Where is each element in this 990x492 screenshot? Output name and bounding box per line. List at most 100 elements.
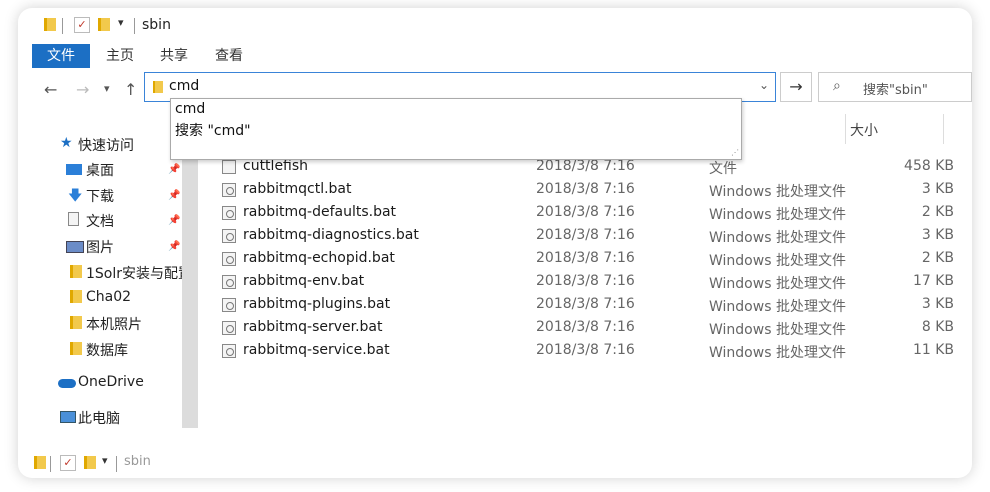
file-name: rabbitmq-defaults.bat xyxy=(243,204,397,220)
tab-home[interactable]: 主页 xyxy=(106,44,134,68)
sidebar-item-folder[interactable]: 本机照片 xyxy=(86,314,142,334)
pin-icon[interactable]: 📌 xyxy=(168,241,180,252)
resize-grip-icon[interactable]: ⋰ xyxy=(731,148,739,157)
batch-file-icon xyxy=(222,229,236,243)
file-date: 2018/3/8 7:16 xyxy=(536,227,635,243)
tab-view[interactable]: 查看 xyxy=(215,44,243,68)
sidebar-item-folder[interactable]: 1Solr安装与配置 xyxy=(86,263,192,283)
file-date: 2018/3/8 7:16 xyxy=(536,204,635,220)
batch-file-icon xyxy=(222,206,236,220)
column-header-size[interactable]: 大小 xyxy=(850,118,878,144)
go-button[interactable]: → xyxy=(780,72,812,102)
file-date: 2018/3/8 7:16 xyxy=(536,319,635,335)
table-row[interactable]: rabbitmq-server.bat 2018/3/8 7:16 Window… xyxy=(200,317,972,340)
table-row[interactable]: rabbitmqctl.bat 2018/3/8 7:16 Windows 批处… xyxy=(200,179,972,202)
recent-locations-icon[interactable]: ▾ xyxy=(104,82,110,95)
search-box[interactable]: ⌕ 搜索"sbin" xyxy=(818,72,972,102)
batch-file-icon xyxy=(222,252,236,266)
file-icon xyxy=(222,160,236,174)
sidebar-item-folder[interactable]: 数据库 xyxy=(86,340,128,360)
sidebar-item-folder[interactable]: Cha02 xyxy=(86,289,131,305)
tab-file[interactable]: 文件 xyxy=(32,44,90,68)
sidebar-item-documents[interactable]: 文档 xyxy=(86,211,114,231)
file-type: Windows 批处理文件 xyxy=(709,345,846,361)
file-type: Windows 批处理文件 xyxy=(709,299,846,315)
file-type: Windows 批处理文件 xyxy=(709,184,846,200)
file-type: Windows 批处理文件 xyxy=(709,276,846,292)
customize-toolbar-icon[interactable]: ▾ xyxy=(118,16,124,29)
table-row[interactable]: rabbitmq-defaults.bat 2018/3/8 7:16 Wind… xyxy=(200,202,972,225)
file-size: 3 KB xyxy=(921,296,954,312)
computer-icon xyxy=(60,411,76,423)
file-size: 3 KB xyxy=(921,227,954,243)
properties-icon[interactable]: ✓ xyxy=(60,455,76,471)
sidebar-item-downloads[interactable]: 下载 xyxy=(86,186,114,206)
file-type: Windows 批处理文件 xyxy=(709,230,846,246)
file-size: 2 KB xyxy=(921,250,954,266)
column-divider[interactable] xyxy=(845,114,846,144)
table-row[interactable]: rabbitmq-service.bat 2018/3/8 7:16 Windo… xyxy=(200,340,972,363)
tab-share[interactable]: 共享 xyxy=(160,44,188,68)
divider xyxy=(116,456,117,472)
sidebar-item-quick-access[interactable]: 快速访问 xyxy=(78,135,134,155)
file-name: rabbitmq-diagnostics.bat xyxy=(243,227,419,243)
file-size: 458 KB xyxy=(904,158,954,174)
folder-icon xyxy=(44,18,56,31)
file-size: 3 KB xyxy=(921,181,954,197)
file-size: 11 KB xyxy=(912,342,954,358)
document-icon xyxy=(68,212,79,226)
file-date: 2018/3/8 7:16 xyxy=(536,342,635,358)
customize-toolbar-icon[interactable]: ▾ xyxy=(102,454,108,467)
address-input[interactable]: cmd xyxy=(169,78,199,94)
up-icon[interactable]: ↑ xyxy=(124,80,137,99)
search-icon: ⌕ xyxy=(833,78,841,94)
batch-file-icon xyxy=(222,344,236,358)
file-size: 2 KB xyxy=(921,204,954,220)
ribbon-tabs: 文件 主页 共享 查看 xyxy=(18,44,972,68)
file-size: 17 KB xyxy=(912,273,954,289)
download-icon: 🡇 xyxy=(68,188,83,204)
sidebar-item-this-pc[interactable]: 此电脑 xyxy=(78,408,120,428)
back-icon[interactable]: ← xyxy=(44,80,57,99)
taskbar-preview: ✓ ▾ sbin xyxy=(18,448,972,478)
navigation-pane: ★ 快速访问 桌面 📌 🡇 下载 📌 文档 📌 图片 📌 1Solr安装与配置 … xyxy=(18,108,192,428)
folder-icon xyxy=(153,81,163,93)
folder-icon xyxy=(70,316,82,329)
file-date: 2018/3/8 7:16 xyxy=(536,273,635,289)
column-divider[interactable] xyxy=(943,114,944,144)
sidebar-item-pictures[interactable]: 图片 xyxy=(86,237,114,257)
file-type: Windows 批处理文件 xyxy=(709,253,846,269)
folder-icon xyxy=(70,265,82,278)
table-row[interactable]: rabbitmq-plugins.bat 2018/3/8 7:16 Windo… xyxy=(200,294,972,317)
pin-icon[interactable]: 📌 xyxy=(168,164,180,175)
table-row[interactable]: rabbitmq-echopid.bat 2018/3/8 7:16 Windo… xyxy=(200,248,972,271)
table-row[interactable]: rabbitmq-diagnostics.bat 2018/3/8 7:16 W… xyxy=(200,225,972,248)
pictures-icon xyxy=(66,241,84,253)
folder-icon xyxy=(34,456,46,469)
autocomplete-item[interactable]: cmd xyxy=(175,101,205,117)
batch-file-icon xyxy=(222,183,236,197)
forward-icon[interactable]: → xyxy=(76,80,89,99)
search-input[interactable]: 搜索"sbin" xyxy=(863,79,928,98)
properties-icon[interactable]: ✓ xyxy=(74,17,90,33)
divider xyxy=(134,18,135,34)
new-folder-icon[interactable] xyxy=(98,18,110,31)
file-name: rabbitmq-service.bat xyxy=(243,342,390,358)
sidebar-item-desktop[interactable]: 桌面 xyxy=(86,160,114,180)
sidebar-item-onedrive[interactable]: OneDrive xyxy=(78,374,144,390)
pin-icon[interactable]: 📌 xyxy=(168,190,180,201)
desktop-icon xyxy=(66,164,82,175)
divider xyxy=(62,18,63,34)
file-name: rabbitmq-env.bat xyxy=(243,273,365,289)
new-folder-icon[interactable] xyxy=(84,456,96,469)
table-row[interactable]: rabbitmq-env.bat 2018/3/8 7:16 Windows 批… xyxy=(200,271,972,294)
chevron-down-icon[interactable]: ⌄ xyxy=(759,78,769,92)
file-name: rabbitmq-server.bat xyxy=(243,319,383,335)
file-name: cuttlefish xyxy=(243,158,309,174)
file-name: rabbitmqctl.bat xyxy=(243,181,352,197)
file-date: 2018/3/8 7:16 xyxy=(536,158,635,174)
file-name: rabbitmq-echopid.bat xyxy=(243,250,395,266)
file-type: Windows 批处理文件 xyxy=(709,322,846,338)
autocomplete-item[interactable]: 搜索 "cmd" xyxy=(175,120,251,140)
pin-icon[interactable]: 📌 xyxy=(168,215,180,226)
